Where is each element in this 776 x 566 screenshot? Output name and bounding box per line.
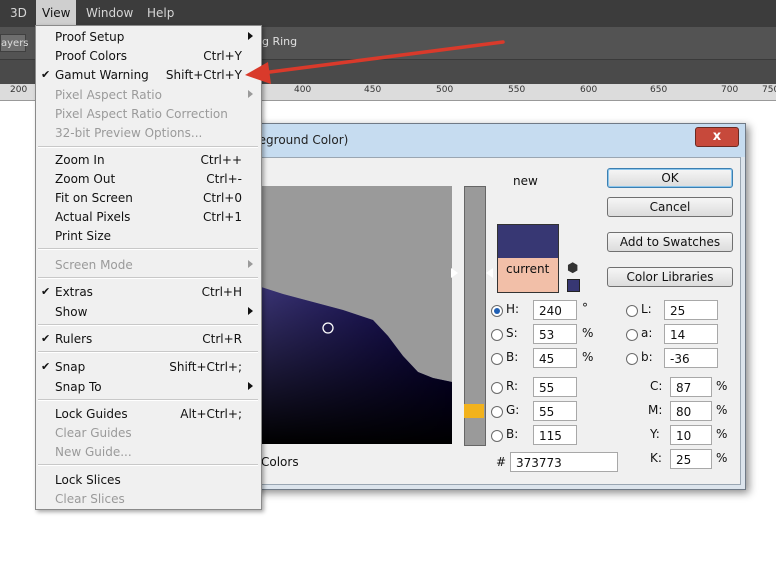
annotation-arrow-icon: [245, 40, 505, 84]
